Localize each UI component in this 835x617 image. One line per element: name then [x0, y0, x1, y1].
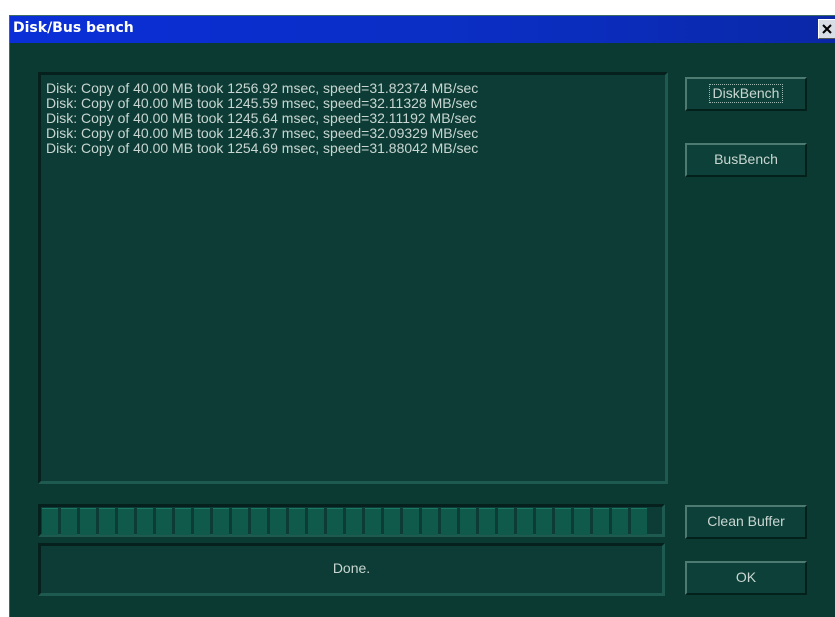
progress-segment [175, 508, 191, 535]
clean-buffer-label: Clean Buffer [707, 513, 785, 529]
disk-bus-bench-dialog: Disk/Bus bench Disk: Copy of 40.00 MB to… [9, 15, 835, 617]
progress-segment [593, 508, 609, 535]
log-line: Disk: Copy of 40.00 MB took 1254.69 msec… [46, 140, 479, 156]
progress-segment [118, 508, 134, 535]
log-line: Disk: Copy of 40.00 MB took 1245.64 msec… [46, 110, 477, 126]
progress-segment [289, 508, 305, 535]
progress-segment [555, 508, 571, 535]
progress-segment [42, 508, 58, 535]
progress-segment [137, 508, 153, 535]
log-line: Disk: Copy of 40.00 MB took 1256.92 msec… [46, 80, 479, 96]
progress-segment [422, 508, 438, 535]
progress-segment [308, 508, 324, 535]
close-button[interactable] [818, 19, 835, 39]
log-line: Disk: Copy of 40.00 MB took 1246.37 msec… [46, 125, 479, 141]
busbench-button[interactable]: BusBench [685, 143, 807, 177]
progress-segment [365, 508, 381, 535]
clean-buffer-button[interactable]: Clean Buffer [685, 505, 807, 539]
progress-segment [194, 508, 210, 535]
progress-segment [80, 508, 96, 535]
log-output-box[interactable]: Disk: Copy of 40.00 MB took 1256.92 msec… [38, 72, 668, 484]
title-bar[interactable]: Disk/Bus bench [10, 16, 835, 43]
progress-segment [270, 508, 286, 535]
progress-segment [536, 508, 552, 535]
progress-segment [327, 508, 343, 535]
log-line: Disk: Copy of 40.00 MB took 1245.59 msec… [46, 95, 478, 111]
status-box: Done. [38, 543, 665, 596]
progress-segment [517, 508, 533, 535]
progress-segment [612, 508, 628, 535]
progress-segment [232, 508, 248, 535]
progress-segment [156, 508, 172, 535]
progress-segment [251, 508, 267, 535]
busbench-label: BusBench [714, 151, 778, 167]
progress-segment [460, 508, 476, 535]
close-icon [822, 24, 832, 34]
ok-button[interactable]: OK [685, 561, 807, 595]
progress-segment [61, 508, 77, 535]
progress-bar [38, 504, 665, 537]
diskbench-button[interactable]: DiskBench [685, 77, 807, 111]
status-text: Done. [332, 560, 371, 576]
progress-segment [403, 508, 419, 535]
progress-segment [346, 508, 362, 535]
progress-segment [574, 508, 590, 535]
diskbench-label: DiskBench [708, 84, 784, 103]
progress-segment [631, 508, 647, 535]
window-title: Disk/Bus bench [13, 20, 134, 36]
progress-segment [384, 508, 400, 535]
progress-segment [479, 508, 495, 535]
progress-segment [498, 508, 514, 535]
progress-segment [441, 508, 457, 535]
ok-label: OK [735, 569, 757, 585]
progress-segment [213, 508, 229, 535]
progress-segment [99, 508, 115, 535]
